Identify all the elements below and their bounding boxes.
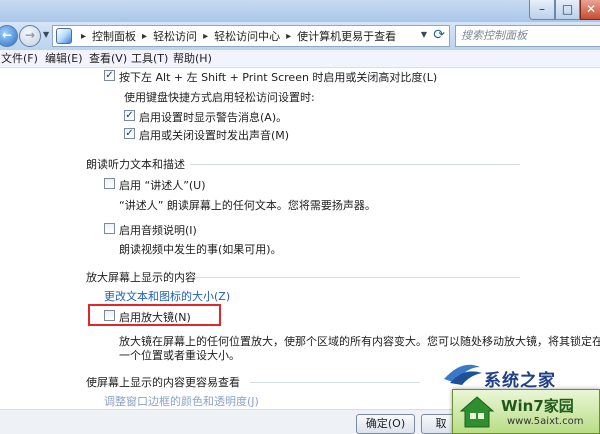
show-warning-checkbox[interactable]: ✓ [124, 110, 135, 121]
breadcrumb-control-panel[interactable]: 控制面板 [92, 28, 136, 44]
breadcrumb-ease-of-access-center[interactable]: 轻松访问中心 [214, 28, 280, 44]
breadcrumb-separator-icon[interactable]: ▸ [203, 31, 208, 42]
section-divider [190, 277, 520, 278]
address-bar[interactable]: ▸ 控制面板 ▸ 轻松访问 ▸ 轻松访问中心 ▸ 使计算机更易于查看 ▼ ⟳ [52, 25, 450, 47]
breadcrumb-separator-icon[interactable]: ▸ [81, 31, 86, 42]
magnifier-description-line2: 一个位置或者重设大小。 [119, 349, 240, 362]
site-watermark-title: Win7家园 [501, 397, 574, 415]
audio-description-text: 朗读视频中发生的事(如果可用)。 [119, 243, 282, 256]
search-input[interactable]: 搜索控制面板 [455, 25, 600, 47]
menu-edit[interactable]: 编辑(E) [45, 50, 83, 67]
ok-button[interactable]: 确定(O) [356, 414, 415, 434]
refresh-icon[interactable]: ⟳ [433, 27, 445, 43]
high-contrast-shortcut-label: 按下左 Alt + 左 Shift + Print Screen 时启用或关闭高… [119, 71, 438, 84]
title-bar: – □ ✕ [0, 0, 600, 22]
show-warning-label: 启用设置时显示警告消息(A)。 [139, 111, 288, 124]
forward-button[interactable]: → [19, 25, 41, 47]
play-sound-label: 启用或关闭设置时发出声音(M) [139, 129, 290, 142]
menu-file[interactable]: 文件(F) [1, 50, 38, 67]
enable-magnifier-label: 启用放大镜(N) [119, 311, 191, 324]
house-logo-icon [459, 396, 495, 428]
site-watermark-box: Win7家园 www.5aixt.com [452, 389, 600, 434]
back-button[interactable]: ← [0, 25, 18, 47]
recent-pages-dropdown-icon[interactable]: ▼ [43, 30, 49, 39]
section-header-narrator: 朗读听力文本和描述 [86, 158, 185, 171]
settings-content: ✓ 按下左 Alt + 左 Shift + Print Screen 时启用或关… [0, 68, 600, 409]
enable-audio-description-checkbox[interactable] [104, 223, 115, 234]
menu-help[interactable]: 帮助(H) [173, 50, 212, 67]
address-row: ← → ▼ ▸ 控制面板 ▸ 轻松访问 ▸ 轻松访问中心 ▸ 使计算机更易于查看… [0, 22, 600, 50]
address-dropdown-icon[interactable]: ▼ [421, 30, 427, 39]
close-button[interactable]: ✕ [580, 0, 600, 20]
breadcrumb-ease-of-access[interactable]: 轻松访问 [153, 28, 197, 44]
narrator-description: “讲述人” 朗读屏幕上的任何文本。您将需要扬声器。 [119, 199, 376, 212]
high-contrast-shortcut-checkbox[interactable]: ✓ [104, 70, 115, 81]
change-text-size-link[interactable]: 更改文本和图标的大小(Z) [104, 288, 230, 304]
breadcrumb-separator-icon[interactable]: ▸ [286, 31, 291, 42]
enable-audio-description-label: 启用音频说明(I) [119, 224, 197, 237]
enable-magnifier-checkbox[interactable] [104, 310, 115, 321]
section-divider [250, 382, 420, 383]
menu-bar: 文件(F) 编辑(E) 查看(V) 工具(T) 帮助(H) [0, 50, 600, 68]
brand-watermark-text: 系统之家 [484, 371, 556, 391]
play-sound-checkbox[interactable]: ✓ [124, 128, 135, 139]
section-header-magnify: 放大屏幕上显示的内容 [86, 271, 196, 284]
enable-narrator-label: 启用 “讲述人”(U) [119, 179, 206, 192]
control-panel-icon [56, 28, 72, 44]
minimize-button[interactable]: – [529, 0, 555, 20]
site-watermark-url: www.5aixt.com [507, 416, 584, 427]
window-border-color-link[interactable]: 调整窗口边框的颜色和透明度(J) [104, 393, 259, 409]
maximize-button[interactable]: □ [555, 0, 580, 20]
section-header-easier-to-see: 使屏幕上显示的内容更容易查看 [86, 376, 240, 389]
breadcrumb-make-easier-to-see[interactable]: 使计算机更易于查看 [297, 28, 396, 44]
menu-tools[interactable]: 工具(T) [131, 50, 168, 67]
enable-narrator-checkbox[interactable] [104, 178, 115, 189]
shortcut-settings-label: 使用键盘快捷方式启用轻松访问设置时: [124, 91, 315, 104]
brand-logo-icon [444, 364, 482, 385]
section-divider [190, 164, 520, 165]
breadcrumb-separator-icon[interactable]: ▸ [142, 31, 147, 42]
menu-view[interactable]: 查看(V) [89, 50, 127, 67]
